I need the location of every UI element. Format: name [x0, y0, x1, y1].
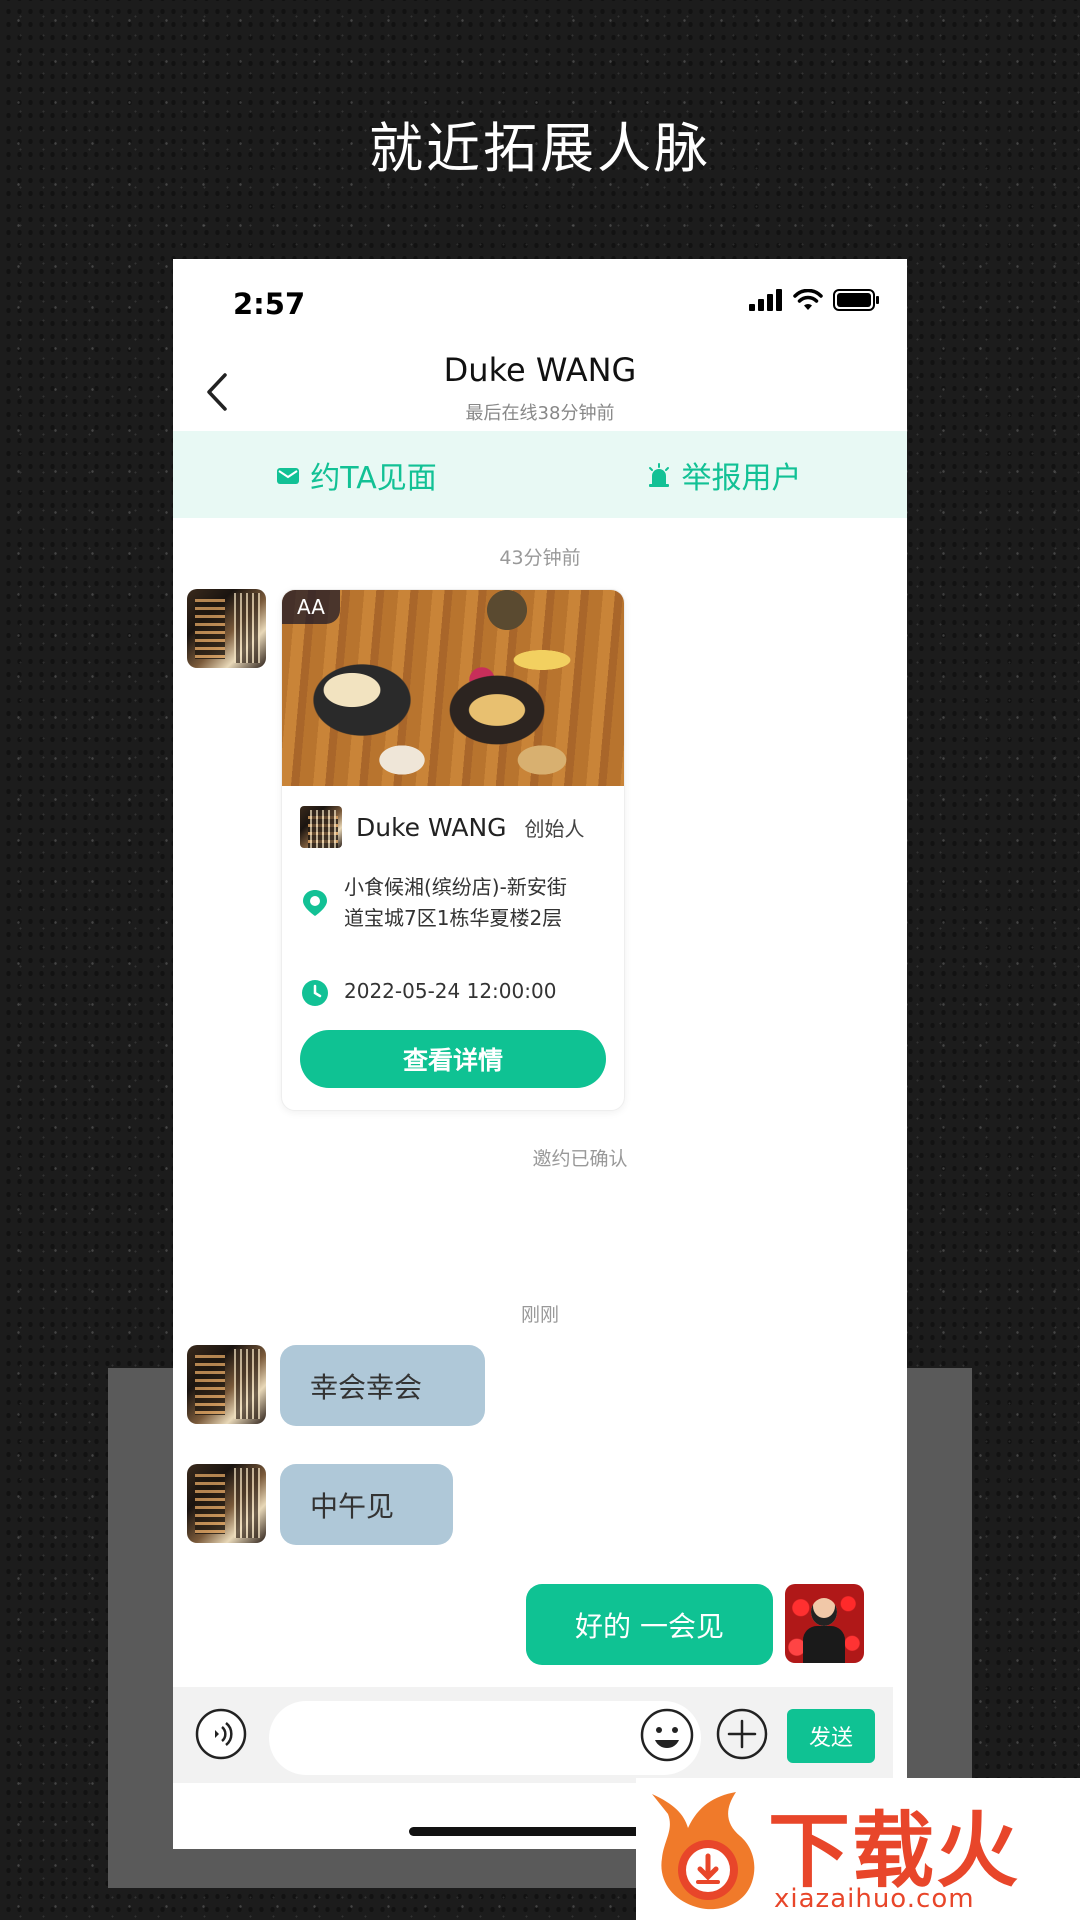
message-bubble-self[interactable]: 好的 一会见: [526, 1584, 773, 1665]
location-pin-icon: [303, 890, 327, 916]
alarm-icon: [648, 462, 669, 487]
flame-logo-icon: [652, 1792, 755, 1910]
promo-headline: 就近拓展人脉: [369, 117, 711, 180]
host-avatar: [300, 806, 342, 848]
aa-badge: AA: [282, 590, 340, 624]
message-input[interactable]: [269, 1701, 701, 1775]
timestamp: 43分钟前: [499, 547, 581, 569]
action-bar: 约TA见面 举报用户: [173, 431, 907, 518]
voice-input-icon[interactable]: [195, 1708, 247, 1760]
timestamp: 刚刚: [520, 1304, 559, 1326]
signal-icon: [749, 289, 782, 311]
contact-name: Duke WANG: [443, 351, 637, 389]
message-bubble[interactable]: 幸会幸会: [280, 1345, 485, 1426]
invite-meet-button[interactable]: 约TA见面: [173, 453, 540, 497]
contact-avatar[interactable]: [187, 1464, 266, 1543]
phone-screen: 2:57 Duke WANG 最后在线38分钟前 约TA见面 举报用户 43分钟…: [173, 259, 907, 1849]
battery-icon: [833, 289, 879, 311]
wifi-icon: [793, 289, 823, 310]
nav-bar: Duke WANG 最后在线38分钟前: [173, 343, 907, 431]
report-user-button[interactable]: 举报用户: [540, 453, 907, 497]
send-button[interactable]: 发送: [787, 1709, 875, 1763]
invite-status: 邀约已确认: [532, 1148, 628, 1170]
invite-envelope-icon: [277, 467, 300, 484]
clock-icon: [302, 980, 328, 1006]
status-bar: 2:57: [173, 259, 907, 343]
address-row: 小食候湘(缤纷店)-新安街道宝城7区1栋华夏楼2层: [300, 872, 584, 934]
self-avatar[interactable]: [785, 1584, 864, 1663]
host-role: 创始人: [524, 816, 585, 841]
watermark-url: xiazaihuo.com: [774, 1884, 975, 1914]
watermark: 下载火 xiazaihuo.com: [636, 1778, 1080, 1920]
home-indicator: [409, 1827, 673, 1836]
contact-avatar[interactable]: [187, 589, 266, 668]
card-host: Duke WANG 创始人: [300, 806, 585, 848]
host-name: Duke WANG: [356, 812, 507, 842]
view-details-button[interactable]: 查看详情: [300, 1030, 606, 1088]
contact-avatar[interactable]: [187, 1345, 266, 1424]
message-bubble[interactable]: 中午见: [280, 1464, 453, 1545]
restaurant-photo: AA: [282, 590, 624, 786]
plus-icon[interactable]: [715, 1707, 769, 1761]
status-icons: [749, 289, 879, 311]
datetime-text: 2022-05-24 12:00:00: [344, 979, 557, 1003]
datetime-row: 2022-05-24 12:00:00: [300, 976, 584, 1008]
address-text: 小食候湘(缤纷店)-新安街道宝城7区1栋华夏楼2层: [344, 875, 567, 930]
invite-meet-label: 约TA见面: [310, 460, 437, 496]
last-online: 最后在线38分钟前: [465, 403, 615, 424]
emoji-icon[interactable]: [639, 1707, 695, 1763]
report-user-label: 举报用户: [681, 460, 802, 496]
status-time: 2:57: [233, 287, 306, 321]
invite-card[interactable]: AA Duke WANG 创始人 小食候湘(缤纷店)-新安街道宝城7区1栋华夏楼…: [281, 589, 625, 1111]
composer-bar: 发送: [173, 1687, 893, 1783]
